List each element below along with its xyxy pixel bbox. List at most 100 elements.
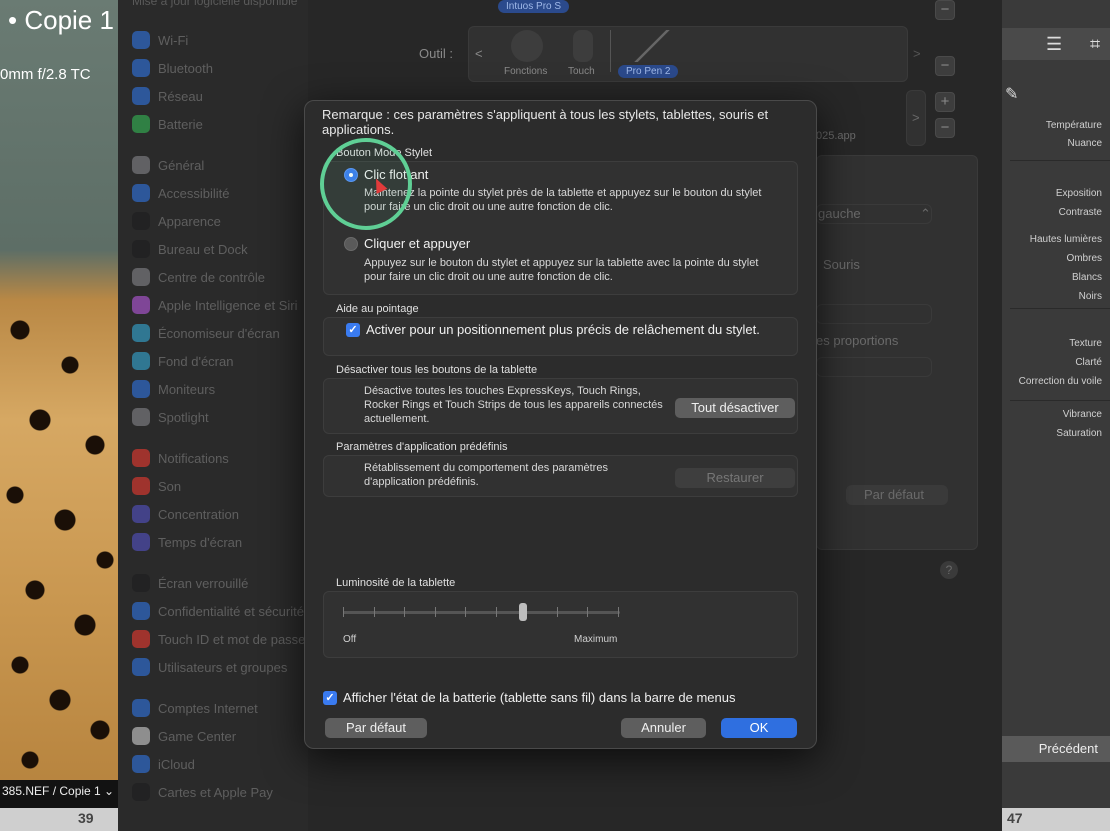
photo-filename[interactable]: 385.NEF / Copie 1 ⌄ xyxy=(0,780,118,808)
sidebar-item-label: Écran verrouillé xyxy=(158,575,249,591)
sidebar-item-label: Bluetooth xyxy=(158,60,213,76)
sidebar-item[interactable]: Wi-Fi xyxy=(132,30,188,50)
sidebar-item-icon xyxy=(132,380,150,398)
develop-slider-label[interactable]: Correction du voile xyxy=(1019,376,1102,387)
sidebar-item[interactable]: Comptes Internet xyxy=(132,698,258,718)
slider-tick xyxy=(373,607,375,617)
functions-icon[interactable] xyxy=(511,30,543,62)
brightness-slider-knob[interactable] xyxy=(519,603,528,621)
pen-icon[interactable] xyxy=(633,30,671,62)
tool-prev-arrow[interactable]: < xyxy=(475,46,483,61)
develop-slider-label[interactable]: Noirs xyxy=(1079,291,1102,302)
tool-label: Outil : xyxy=(419,46,453,61)
default-button[interactable]: Par défaut xyxy=(325,718,427,738)
sidebar-item[interactable]: Centre de contrôle xyxy=(132,267,265,287)
sidebar-item[interactable]: iCloud xyxy=(132,754,195,774)
restore-button[interactable]: Restaurer xyxy=(675,468,795,488)
pointing-aid-group: ✓ Activer pour un positionnement plus pr… xyxy=(323,317,798,356)
develop-slider-label[interactable]: Température xyxy=(1046,120,1102,131)
ok-button[interactable]: OK xyxy=(721,718,797,738)
sidebar-item[interactable]: Bureau et Dock xyxy=(132,239,248,259)
develop-slider-label[interactable]: Ombres xyxy=(1066,253,1102,264)
sidebar-item-label: Game Center xyxy=(158,728,237,744)
pointing-aid-label[interactable]: Activer pour un positionnement plus préc… xyxy=(366,322,760,337)
battery-checkbox[interactable]: ✓ xyxy=(323,691,337,705)
sidebar-item[interactable]: Réseau xyxy=(132,86,203,106)
dropdown-gauche-label: gauche xyxy=(818,206,861,221)
radio-click-press[interactable] xyxy=(344,237,358,251)
sidebar-item[interactable]: Concentration xyxy=(132,504,239,524)
tool-next-arrow[interactable]: > xyxy=(913,46,921,61)
sidebar-item[interactable]: Notifications xyxy=(132,448,229,468)
sidebar-item[interactable]: Fond d'écran xyxy=(132,351,233,371)
slider-tick xyxy=(556,607,558,617)
sidebar-item[interactable]: Moniteurs xyxy=(132,379,215,399)
sidebar-item-label: Temps d'écran xyxy=(158,534,243,550)
brightness-slider-track[interactable] xyxy=(343,611,620,614)
tool-touch[interactable]: Touch xyxy=(568,66,595,77)
develop-slider-label[interactable]: Texture xyxy=(1069,338,1102,349)
minus-button-top[interactable]: − xyxy=(935,0,955,20)
sidebar-item[interactable]: Spotlight xyxy=(132,407,209,427)
app-next-arrow[interactable]: > xyxy=(912,110,920,125)
photo-preview xyxy=(0,0,118,808)
sidebar-item[interactable]: Son xyxy=(132,476,181,496)
previous-button[interactable]: Précédent xyxy=(1002,736,1110,762)
dropdown-second[interactable] xyxy=(816,304,932,324)
cancel-button[interactable]: Annuler xyxy=(621,718,706,738)
sidebar-item-label: Spotlight xyxy=(158,409,209,425)
dialog-note: Remarque : ces paramètres s'appliquent à… xyxy=(322,107,769,137)
sidebar-item[interactable]: Confidentialité et sécurité xyxy=(132,601,304,621)
lr-divider xyxy=(1010,400,1110,401)
sidebar-item[interactable]: Touch ID et mot de passe xyxy=(132,629,305,649)
sidebar-item[interactable]: Batterie xyxy=(132,114,203,134)
develop-slider-label[interactable]: Vibrance xyxy=(1063,409,1102,420)
sidebar-item-label: Général xyxy=(158,157,205,173)
develop-slider-label[interactable]: Contraste xyxy=(1059,207,1102,218)
develop-slider-label[interactable]: Exposition xyxy=(1056,188,1102,199)
crop-icon[interactable]: ⌗ xyxy=(1090,34,1100,55)
disable-all-button[interactable]: Tout désactiver xyxy=(675,398,795,418)
sidebar-item[interactable]: Apple Intelligence et Siri xyxy=(132,295,297,315)
dropdown-third[interactable] xyxy=(816,357,932,377)
sidebar-item-icon xyxy=(132,574,150,592)
sidebar-item[interactable]: Game Center xyxy=(132,726,236,746)
sidebar-item-label: Accessibilité xyxy=(158,185,230,201)
sidebar-item-icon xyxy=(132,602,150,620)
tool-divider xyxy=(610,30,611,72)
help-button[interactable]: ? xyxy=(940,561,958,579)
develop-slider-label[interactable]: Clarté xyxy=(1075,357,1102,368)
souris-label: Souris xyxy=(823,257,860,272)
tool-functions[interactable]: Fonctions xyxy=(504,66,547,77)
disable-buttons-desc: Désactive toutes les touches ExpressKeys… xyxy=(364,385,663,425)
sidebar-item[interactable]: Bluetooth xyxy=(132,58,213,78)
touch-icon[interactable] xyxy=(573,30,593,62)
add-app-button[interactable]: + xyxy=(935,92,955,112)
sidebar-item[interactable]: Utilisateurs et groupes xyxy=(132,657,287,677)
sidebar-item[interactable]: Apparence xyxy=(132,211,221,231)
sidebar-item[interactable]: Général xyxy=(132,155,204,175)
sidebar-item[interactable]: Économiseur d'écran xyxy=(132,323,280,343)
battery-checkbox-label[interactable]: Afficher l'état de la batterie (tablette… xyxy=(343,690,735,705)
sidebar-item-label: Cartes et Apple Pay xyxy=(158,784,273,800)
develop-slider-label[interactable]: Blancs xyxy=(1072,272,1102,283)
tool-pro-pen[interactable]: Pro Pen 2 xyxy=(618,65,679,78)
remove-tool-button[interactable]: − xyxy=(935,56,955,76)
device-pill[interactable]: Intuos Pro S xyxy=(498,0,570,13)
sidebar-item[interactable]: Accessibilité xyxy=(132,183,230,203)
sidebar-item[interactable]: Temps d'écran xyxy=(132,532,242,552)
develop-slider-label[interactable]: Hautes lumières xyxy=(1030,234,1102,245)
remove-app-button[interactable]: − xyxy=(935,118,955,138)
click-press-title[interactable]: Cliquer et appuyer xyxy=(364,236,470,251)
photo-lens-info: 0mm f/2.8 TC xyxy=(0,66,91,83)
sidebar-item[interactable]: Cartes et Apple Pay xyxy=(132,782,273,802)
photo-title: • Copie 1 xyxy=(8,5,114,35)
filmstrip-number-left: 39 xyxy=(78,810,94,826)
develop-slider-label[interactable]: Nuance xyxy=(1068,138,1102,149)
eyedropper-icon[interactable]: ✎ xyxy=(1005,84,1018,104)
sidebar-item-icon xyxy=(132,727,150,745)
develop-slider-label[interactable]: Saturation xyxy=(1056,428,1102,439)
sliders-icon[interactable]: ☰ xyxy=(1046,34,1062,55)
sidebar-item[interactable]: Écran verrouillé xyxy=(132,573,248,593)
pointing-aid-checkbox[interactable]: ✓ xyxy=(346,323,360,337)
